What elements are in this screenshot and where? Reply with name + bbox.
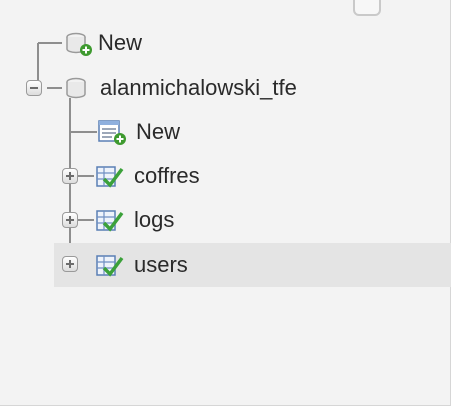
database-icon — [66, 77, 86, 99]
table-icon — [96, 210, 124, 232]
tree-item-new-database[interactable]: New — [60, 25, 142, 61]
new-database-icon — [66, 32, 92, 56]
new-table-icon — [98, 120, 126, 145]
expand-plus-icon[interactable] — [62, 168, 78, 184]
tree-item-label: New — [98, 30, 143, 55]
table-name: coffres — [134, 163, 200, 188]
expand-plus-icon[interactable] — [62, 212, 78, 228]
table-name: users — [134, 252, 188, 277]
expand-plus-icon[interactable] — [62, 256, 78, 272]
tree-item-label: New — [136, 119, 181, 144]
collapse-minus-icon[interactable] — [26, 80, 42, 96]
tree-item-table-logs[interactable]: logs — [94, 202, 174, 238]
tree-item-new-table[interactable]: New — [96, 114, 180, 150]
tree-item-database[interactable]: alanmichalowski_tfe — [60, 70, 297, 106]
table-name: logs — [134, 207, 175, 232]
tree-item-table-coffres[interactable]: coffres — [94, 158, 200, 194]
navigation-panel: New alanmichalowski_tfe New coffres logs… — [0, 0, 451, 406]
table-icon — [96, 166, 124, 188]
table-icon — [96, 255, 124, 277]
tree-item-table-users[interactable]: users — [54, 243, 451, 287]
database-name: alanmichalowski_tfe — [100, 75, 297, 100]
